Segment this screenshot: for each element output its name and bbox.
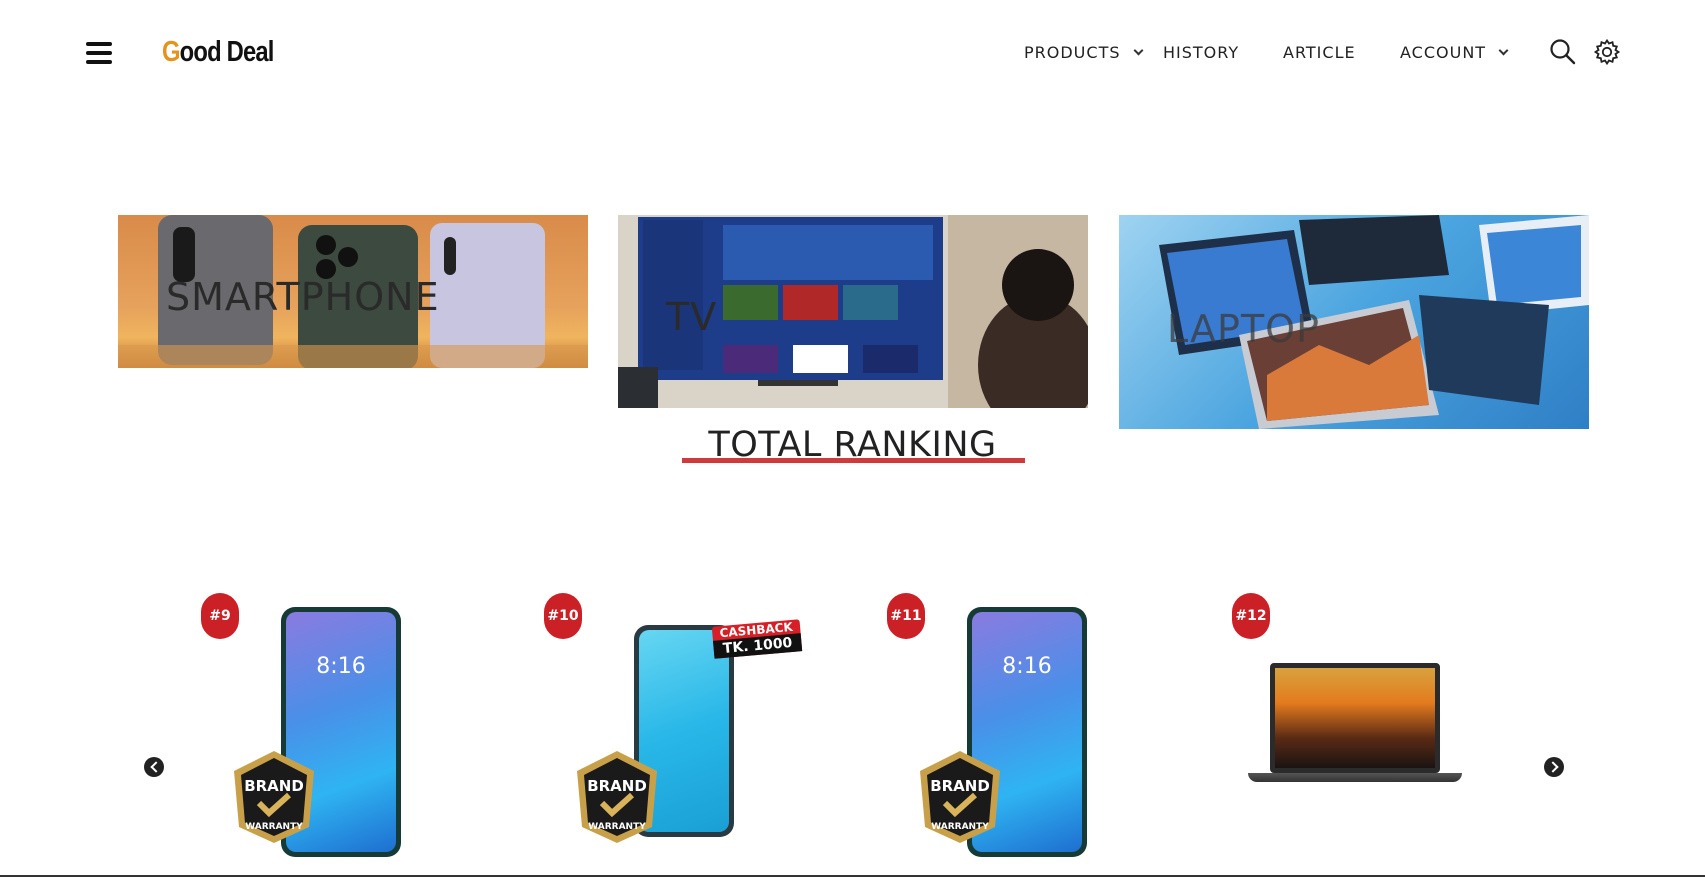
product-card[interactable]: #9 8:16 BRAND WARRANTY bbox=[195, 585, 515, 877]
rank-badge: #12 bbox=[1232, 593, 1270, 639]
search-icon[interactable] bbox=[1549, 38, 1577, 66]
product-image-laptop bbox=[1270, 663, 1440, 773]
banner-smartphone[interactable]: SMARTPHONE bbox=[118, 215, 588, 368]
logo-text: ood Deal bbox=[179, 36, 275, 68]
cashback-tag: CASHBACK TK. 1000 bbox=[711, 619, 803, 659]
svg-text:BRAND: BRAND bbox=[930, 777, 990, 795]
banner-laptop-label: LAPTOP bbox=[1167, 307, 1320, 351]
product-card[interactable]: #11 8:16 BRAND WARRANTY bbox=[881, 585, 1201, 877]
banner-laptop[interactable]: LAPTOP bbox=[1119, 215, 1589, 429]
rank-badge: #9 bbox=[201, 593, 239, 639]
svg-text:BRAND: BRAND bbox=[244, 777, 304, 795]
settings-gear-icon[interactable] bbox=[1593, 38, 1621, 66]
chevron-down-icon bbox=[1498, 45, 1509, 56]
nav-account-label: ACCOUNT bbox=[1400, 43, 1487, 62]
svg-text:WARRANTY: WARRANTY bbox=[931, 822, 989, 832]
phone-screen-time: 8:16 bbox=[1002, 654, 1052, 679]
svg-text:WARRANTY: WARRANTY bbox=[588, 822, 646, 832]
menu-hamburger-icon[interactable] bbox=[86, 42, 112, 66]
rank-badge: #10 bbox=[544, 593, 582, 639]
carousel-next-arrow-icon[interactable] bbox=[1544, 757, 1564, 777]
laptop-base bbox=[1248, 773, 1462, 782]
banner-tv-label: TV bbox=[666, 295, 718, 339]
brand-warranty-badge-icon: BRAND WARRANTY bbox=[234, 751, 314, 843]
product-card[interactable]: #12 bbox=[1224, 585, 1544, 877]
nav-article[interactable]: ARTICLE bbox=[1283, 43, 1356, 62]
phone-screen-time: 8:16 bbox=[316, 654, 366, 679]
chevron-down-icon bbox=[1133, 45, 1143, 56]
brand-warranty-badge-icon: BRAND WARRANTY bbox=[920, 751, 1000, 843]
svg-text:BRAND: BRAND bbox=[587, 777, 647, 795]
section-title-underline bbox=[682, 458, 1025, 463]
svg-text:WARRANTY: WARRANTY bbox=[245, 822, 303, 832]
banner-tv[interactable]: TV bbox=[618, 215, 1088, 408]
logo-accent-letter: G bbox=[162, 36, 180, 68]
brand-warranty-badge-icon: BRAND WARRANTY bbox=[577, 751, 657, 843]
nav-article-label: ARTICLE bbox=[1283, 43, 1356, 62]
nav-products[interactable]: PRODUCTS bbox=[1024, 43, 1143, 62]
nav-products-label: PRODUCTS bbox=[1024, 43, 1121, 62]
nav-history-label: HISTORY bbox=[1163, 43, 1240, 62]
product-card[interactable]: #10 CASHBACK TK. 1000 BRAND WARRANTY bbox=[538, 585, 858, 877]
nav-account[interactable]: ACCOUNT bbox=[1400, 43, 1509, 62]
carousel-prev-arrow-icon[interactable] bbox=[144, 757, 164, 777]
rank-badge: #11 bbox=[887, 593, 925, 639]
site-logo[interactable]: Good Deal bbox=[162, 36, 274, 69]
banner-smartphone-label: SMARTPHONE bbox=[166, 275, 440, 319]
nav-history[interactable]: HISTORY bbox=[1163, 43, 1239, 62]
site-header: Good Deal PRODUCTS HISTORY ARTICLE ACCOU… bbox=[0, 0, 1705, 110]
